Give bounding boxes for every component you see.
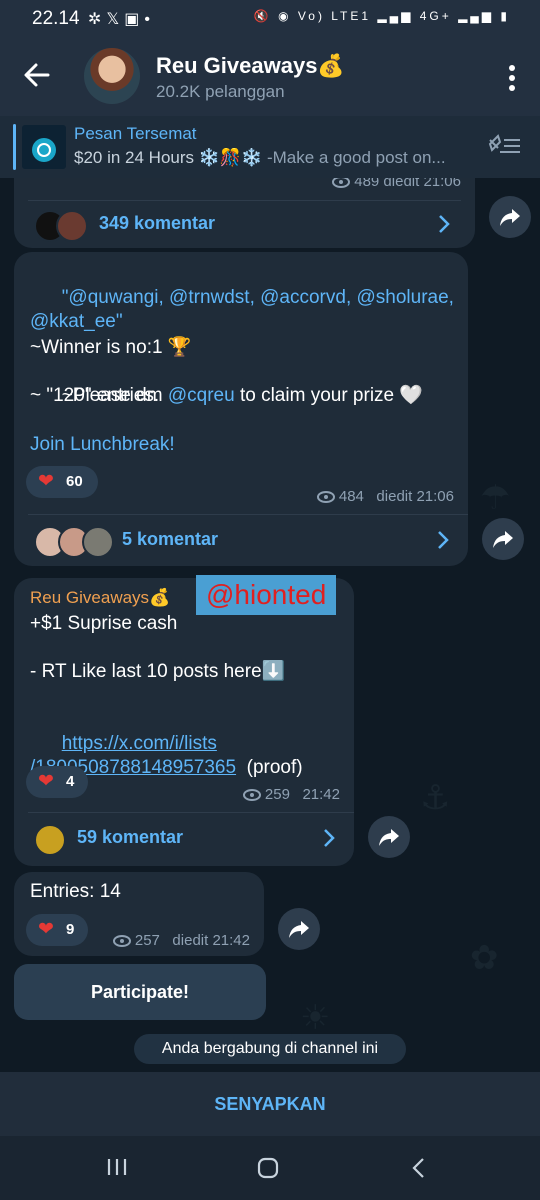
rt-line: - RT Like last 10 posts here⬇️ — [30, 661, 286, 682]
heart-icon: ❤ — [38, 919, 54, 940]
comments-link[interactable]: 349 komentar — [34, 200, 461, 248]
chevron-right-icon — [439, 215, 450, 233]
chat-area[interactable]: ☂ ⚓ ✿ ☀ 489 diedit 21:06 349 komentar "@… — [0, 178, 540, 1072]
username-overlay: @hionted — [196, 575, 337, 615]
tv-icon: ▣ — [124, 11, 145, 28]
avatar — [82, 526, 114, 558]
4g-icon: 4G+ — [419, 9, 452, 23]
share-button[interactable] — [368, 816, 410, 858]
mention-link[interactable]: "@quwangi, @trnwdst, @accorvd, @sholurae… — [62, 287, 454, 308]
more-options-icon[interactable] — [506, 64, 518, 92]
dot-icon: • — [144, 11, 156, 28]
token-logo-icon — [32, 138, 56, 162]
share-button[interactable] — [489, 196, 531, 238]
message-bubble: 489 diedit 21:06 349 komentar — [14, 178, 475, 248]
doodle-icon: ☂ — [480, 479, 511, 517]
system-icons: 🔇 ◉ Vo) LTE1 ▂▄▆ 4G+ ▂▄▆ ▮ — [254, 9, 510, 23]
share-button[interactable] — [482, 518, 524, 560]
share-button[interactable] — [278, 908, 320, 950]
mute-button[interactable]: SENYAPKAN — [0, 1072, 540, 1136]
surprise-line: +$1 Suprise cash — [30, 613, 178, 634]
comments-link[interactable]: 5 komentar — [34, 516, 454, 564]
entries-line: ~ "120" entries. — [30, 385, 160, 406]
channel-title[interactable]: Reu Giveaways💰 — [156, 53, 345, 79]
pinned-indicator — [13, 124, 16, 170]
doodle-icon: ☀ — [300, 999, 331, 1037]
status-bar: 22.14 ✲𝕏▣• 🔇 ◉ Vo) LTE1 ▂▄▆ 4G+ ▂▄▆ ▮ — [0, 0, 540, 36]
pinned-message-bar[interactable]: Pesan Tersemat $20 in 24 Hours ❄️🎊❄️ -Ma… — [0, 116, 540, 178]
forward-author[interactable]: Reu Giveaways💰 — [30, 588, 170, 608]
system-nav-bar — [0, 1136, 540, 1200]
mute-icon: 🔇 — [253, 9, 272, 23]
pinwheel-icon: ✲ — [88, 11, 107, 28]
share-arrow-icon — [500, 209, 520, 226]
views-icon — [316, 491, 335, 504]
message-bubble: Entries: 14 ❤ 9 257 diedit 21:42 — [14, 872, 264, 956]
heart-reaction[interactable]: ❤ 9 — [26, 914, 88, 946]
comments-count[interactable]: 5 komentar — [122, 529, 218, 550]
chevron-right-icon — [324, 829, 335, 847]
hotspot-icon: ◉ — [278, 9, 292, 23]
avatar — [34, 824, 66, 856]
mention-link[interactable]: @kkat_ee" — [30, 311, 123, 332]
message-meta: 259 21:42 — [242, 786, 340, 803]
share-arrow-icon — [289, 921, 309, 938]
views-icon — [112, 935, 131, 948]
join-link[interactable]: Join Lunchbreak! — [30, 433, 175, 457]
views-icon — [242, 789, 261, 802]
message-meta: 489 diedit 21:06 — [332, 178, 461, 190]
entries-count: Entries: 14 — [30, 881, 121, 902]
signal-icon: ▂▄▆ — [377, 9, 414, 23]
message-bubble: "@quwangi, @trnwdst, @accorvd, @sholurae… — [14, 252, 468, 566]
comment-divider — [28, 514, 468, 515]
comments-link[interactable]: 59 komentar — [34, 814, 340, 862]
pinned-preview: $20 in 24 Hours ❄️🎊❄️ -Make a good post … — [74, 148, 446, 167]
status-time: 22.14 — [32, 8, 80, 29]
doodle-icon: ✿ — [470, 939, 499, 977]
heart-icon: ❤ — [38, 471, 54, 492]
winner-line: ~Winner is no:1 🏆 — [30, 337, 192, 358]
recent-apps-icon[interactable] — [106, 1158, 128, 1176]
comments-count[interactable]: 59 komentar — [77, 827, 183, 848]
participate-button[interactable]: Participate! — [14, 964, 266, 1020]
heart-reaction[interactable]: ❤ 60 — [26, 466, 98, 498]
x-list-link[interactable]: https://x.com/i/lists — [62, 733, 217, 754]
heart-reaction[interactable]: ❤ 4 — [26, 766, 88, 798]
notification-icons: ✲𝕏▣• — [88, 9, 155, 29]
message-meta: 257 diedit 21:42 — [112, 932, 250, 949]
share-arrow-icon — [493, 531, 513, 548]
back-arrow-icon[interactable] — [20, 58, 54, 92]
comment-divider — [28, 812, 354, 813]
volte-icon: Vo) LTE1 — [297, 9, 372, 23]
back-nav-icon[interactable] — [411, 1157, 425, 1179]
mention-link[interactable]: @cqreu — [168, 385, 235, 406]
channel-avatar[interactable] — [84, 48, 140, 104]
subscriber-count: 20.2K pelanggan — [156, 82, 285, 101]
message-meta: 484 diedit 21:06 — [316, 488, 454, 505]
avatar — [56, 210, 88, 242]
home-icon[interactable] — [257, 1157, 279, 1179]
signal-icon: ▂▄▆ — [458, 9, 495, 23]
heart-icon: ❤ — [38, 771, 54, 792]
joined-notice: Anda bergabung di channel ini — [134, 1034, 406, 1064]
pinned-thumbnail — [22, 125, 66, 169]
message-bubble: Reu Giveaways💰 +$1 Suprise cash - RT Lik… — [14, 578, 354, 866]
comments-count[interactable]: 349 komentar — [99, 213, 215, 234]
views-icon — [332, 178, 351, 189]
x-logo-icon: 𝕏 — [106, 11, 125, 28]
pinned-label: Pesan Tersemat — [74, 124, 197, 143]
chat-header: Reu Giveaways💰 20.2K pelanggan — [0, 36, 540, 116]
pinned-list-icon[interactable] — [488, 134, 522, 158]
battery-icon: ▮ — [500, 9, 510, 23]
share-arrow-icon — [379, 829, 399, 846]
chevron-right-icon — [438, 531, 449, 549]
doodle-icon: ⚓ — [420, 779, 451, 817]
